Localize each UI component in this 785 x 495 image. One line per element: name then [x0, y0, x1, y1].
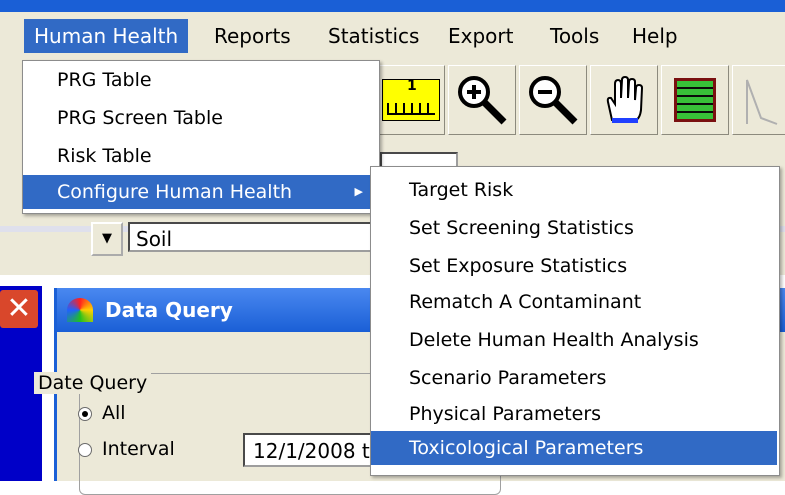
menu-tools[interactable]: Tools — [540, 19, 609, 53]
chart-icon — [746, 79, 778, 125]
menu-entry-prg-screen-table[interactable]: PRG Screen Table — [23, 101, 377, 135]
ruler-button[interactable]: 1 — [377, 65, 445, 135]
submenu-arrow-icon: ▶ — [354, 185, 363, 198]
radio-unselected-icon — [78, 442, 92, 457]
configure-label: Configure Human Health — [57, 181, 293, 203]
combo-dropdown-button[interactable]: ▼ — [91, 222, 123, 256]
submenu-set-screening-statistics[interactable]: Set Screening Statistics — [371, 211, 777, 245]
human-health-menu: PRG Table PRG Screen Table Risk Table Co… — [22, 60, 380, 214]
menu-export[interactable]: Export — [438, 19, 523, 53]
date-query-label: Date Query — [34, 372, 152, 394]
radio-interval-label: Interval — [102, 438, 175, 460]
submenu-toxicological-parameters[interactable]: Toxicological Parameters — [371, 431, 777, 465]
submenu-target-risk[interactable]: Target Risk — [371, 173, 777, 207]
menu-reports[interactable]: Reports — [204, 19, 301, 53]
zoom-out-icon — [529, 76, 578, 125]
submenu-set-exposure-statistics[interactable]: Set Exposure Statistics — [371, 249, 777, 283]
menu-statistics[interactable]: Statistics — [318, 19, 429, 53]
submenu-physical-parameters[interactable]: Physical Parameters — [371, 397, 777, 431]
zoom-in-button[interactable] — [448, 65, 516, 135]
radio-selected-icon — [78, 406, 92, 421]
menu-entry-prg-table[interactable]: PRG Table — [23, 63, 377, 97]
pan-hand-icon — [606, 75, 644, 123]
submenu-rematch-contaminant[interactable]: Rematch A Contaminant — [371, 285, 777, 319]
radio-all[interactable]: All — [78, 402, 126, 424]
menu-help[interactable]: Help — [622, 19, 688, 53]
submenu-scenario-parameters[interactable]: Scenario Parameters — [371, 361, 777, 395]
submenu-delete-analysis[interactable]: Delete Human Health Analysis — [371, 323, 777, 357]
menu-entry-configure-human-health[interactable]: Configure Human Health ▶ — [23, 175, 377, 209]
close-icon[interactable]: ✕ — [0, 290, 38, 328]
menu-entry-risk-table[interactable]: Risk Table — [23, 139, 377, 173]
menu-human-health[interactable]: Human Health — [24, 19, 189, 53]
radio-all-label: All — [102, 402, 126, 424]
zoom-in-icon — [458, 76, 507, 125]
pan-button[interactable] — [590, 65, 658, 135]
ruler-number: 1 — [407, 78, 417, 94]
ruler-icon: 1 — [382, 78, 440, 121]
grid-table-icon — [674, 78, 716, 122]
configure-submenu: Target Risk Set Screening Statistics Set… — [370, 166, 780, 476]
zoom-out-button[interactable] — [519, 65, 587, 135]
grid-button[interactable] — [661, 65, 729, 135]
radio-interval[interactable]: Interval — [78, 438, 175, 460]
chart-button[interactable] — [732, 65, 785, 135]
interval-date-input[interactable]: 12/1/2008 t — [243, 433, 373, 467]
menubar: Human Health Reports Statistics Export T… — [0, 12, 785, 61]
window-title: Data Query — [105, 298, 233, 322]
window-titlebar-strip — [0, 0, 785, 12]
media-combo-input[interactable]: Soil — [128, 222, 378, 252]
data-query-icon — [67, 298, 93, 322]
